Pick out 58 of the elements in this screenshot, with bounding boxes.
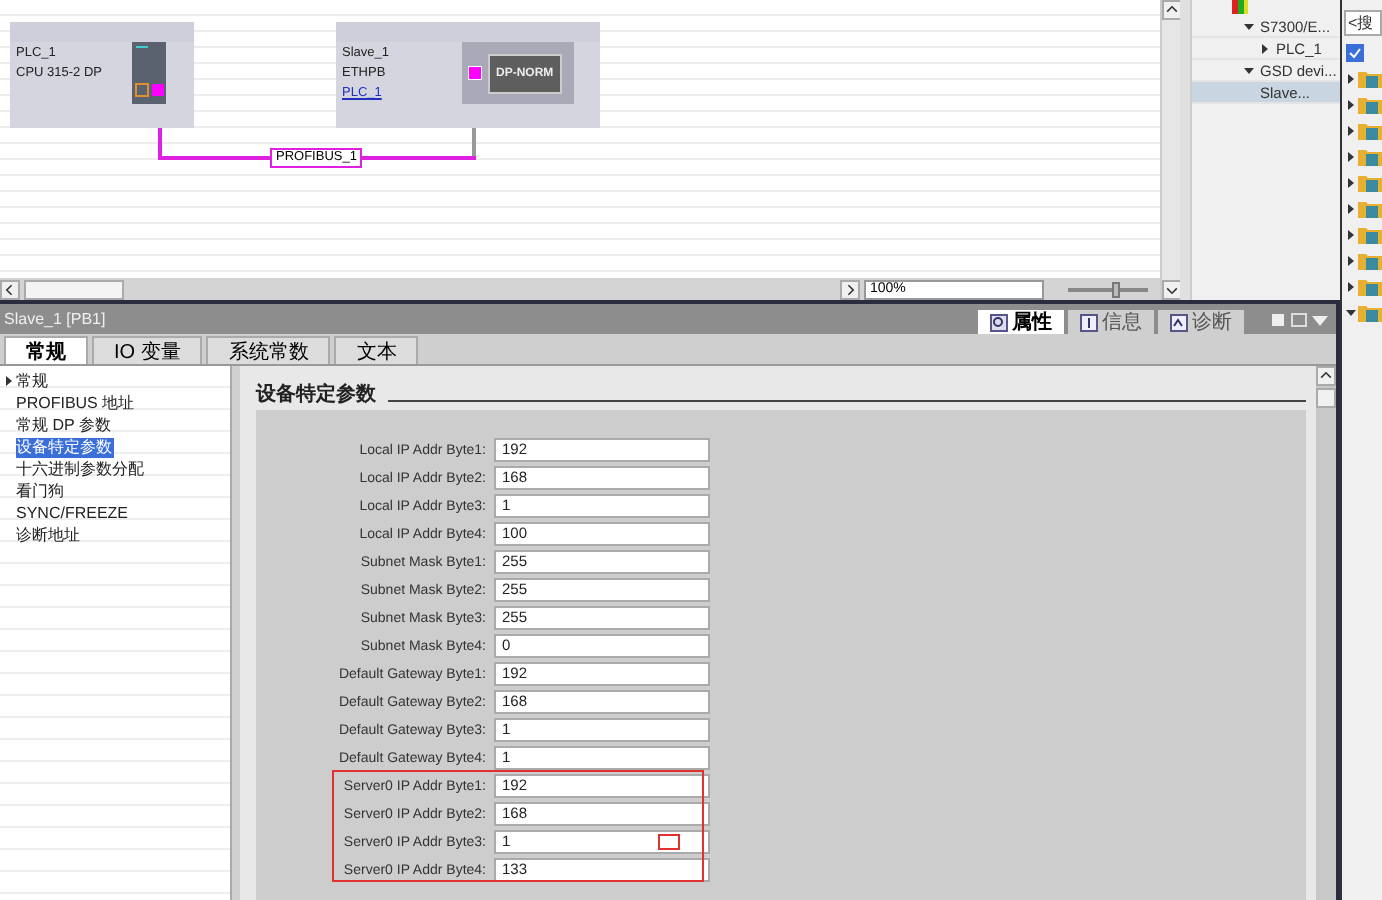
nav-item[interactable]: PROFIBUS 地址 xyxy=(16,393,137,413)
info-icon xyxy=(1080,313,1098,331)
expand-arrow-icon[interactable] xyxy=(4,376,14,386)
highlight-marker xyxy=(658,834,680,850)
filter-checkbox[interactable] xyxy=(1346,43,1364,61)
folder-icon xyxy=(1358,251,1382,269)
expand-arrow-icon[interactable] xyxy=(1346,307,1356,317)
folder-icon xyxy=(1358,277,1382,295)
nav-item[interactable]: 常规 DP 参数 xyxy=(16,415,113,435)
expand-arrow-icon[interactable] xyxy=(1346,281,1356,291)
folder-icon xyxy=(1358,303,1382,321)
folder-icon xyxy=(1358,121,1382,139)
expand-arrow-icon[interactable] xyxy=(1346,203,1356,213)
nav-item[interactable]: SYNC/FREEZE xyxy=(16,503,131,523)
nav-item[interactable]: 看门狗 xyxy=(16,481,66,501)
nav-item[interactable]: 十六进制参数分配 xyxy=(16,459,146,479)
scroll-thumb[interactable] xyxy=(1316,388,1336,408)
folder-icon xyxy=(1358,173,1382,191)
view-tab[interactable]: 属性 xyxy=(978,309,1064,335)
window-controls-icon[interactable] xyxy=(1272,311,1328,327)
nav-item[interactable]: 设备特定参数 xyxy=(16,437,114,457)
expand-arrow-icon[interactable] xyxy=(1346,255,1356,265)
scroll-right-button[interactable] xyxy=(840,279,860,299)
expand-arrow-icon[interactable] xyxy=(1346,177,1356,187)
tab[interactable]: 系统常数 xyxy=(206,336,331,364)
view-tab[interactable]: 信息 xyxy=(1068,309,1154,335)
cpu-module-icon xyxy=(132,42,166,104)
scroll-left-button[interactable] xyxy=(0,279,20,299)
view-tab[interactable]: 诊断 xyxy=(1158,309,1244,335)
expand-arrow-icon[interactable] xyxy=(1244,21,1254,31)
nav-item[interactable]: 常规 xyxy=(16,371,50,391)
expand-arrow-icon[interactable] xyxy=(1346,99,1356,109)
folder-icon xyxy=(1358,225,1382,243)
status-icon xyxy=(1232,0,1248,14)
slider-thumb[interactable] xyxy=(1112,281,1120,297)
scroll-up-button[interactable] xyxy=(1162,0,1182,20)
folder-icon xyxy=(1358,95,1382,113)
tab[interactable]: IO 变量 xyxy=(92,336,203,364)
inspector-title: Slave_1 [PB1] xyxy=(4,310,106,328)
folder-icon xyxy=(1358,147,1382,165)
expand-arrow-icon[interactable] xyxy=(1346,151,1356,161)
check-icon xyxy=(1348,45,1362,59)
nav-item[interactable]: 诊断地址 xyxy=(16,525,82,545)
scroll-thumb[interactable] xyxy=(24,279,124,299)
expand-arrow-icon[interactable] xyxy=(1346,73,1356,83)
expand-arrow-icon[interactable] xyxy=(1346,125,1356,135)
folder-icon xyxy=(1358,69,1382,87)
scroll-down-button[interactable] xyxy=(1162,280,1182,300)
expand-arrow-icon[interactable] xyxy=(1260,43,1270,53)
tab[interactable]: 常规 xyxy=(4,336,88,364)
scroll-up-button[interactable] xyxy=(1316,366,1336,386)
folder-icon xyxy=(1358,199,1382,217)
expand-arrow-icon[interactable] xyxy=(1244,65,1254,75)
search-field[interactable]: <搜 xyxy=(1344,10,1382,36)
section-title: 设备特定参数 xyxy=(256,380,376,408)
expand-arrow-icon[interactable] xyxy=(1346,229,1356,239)
tab[interactable]: 文本 xyxy=(334,336,419,364)
port-icon xyxy=(468,66,482,80)
